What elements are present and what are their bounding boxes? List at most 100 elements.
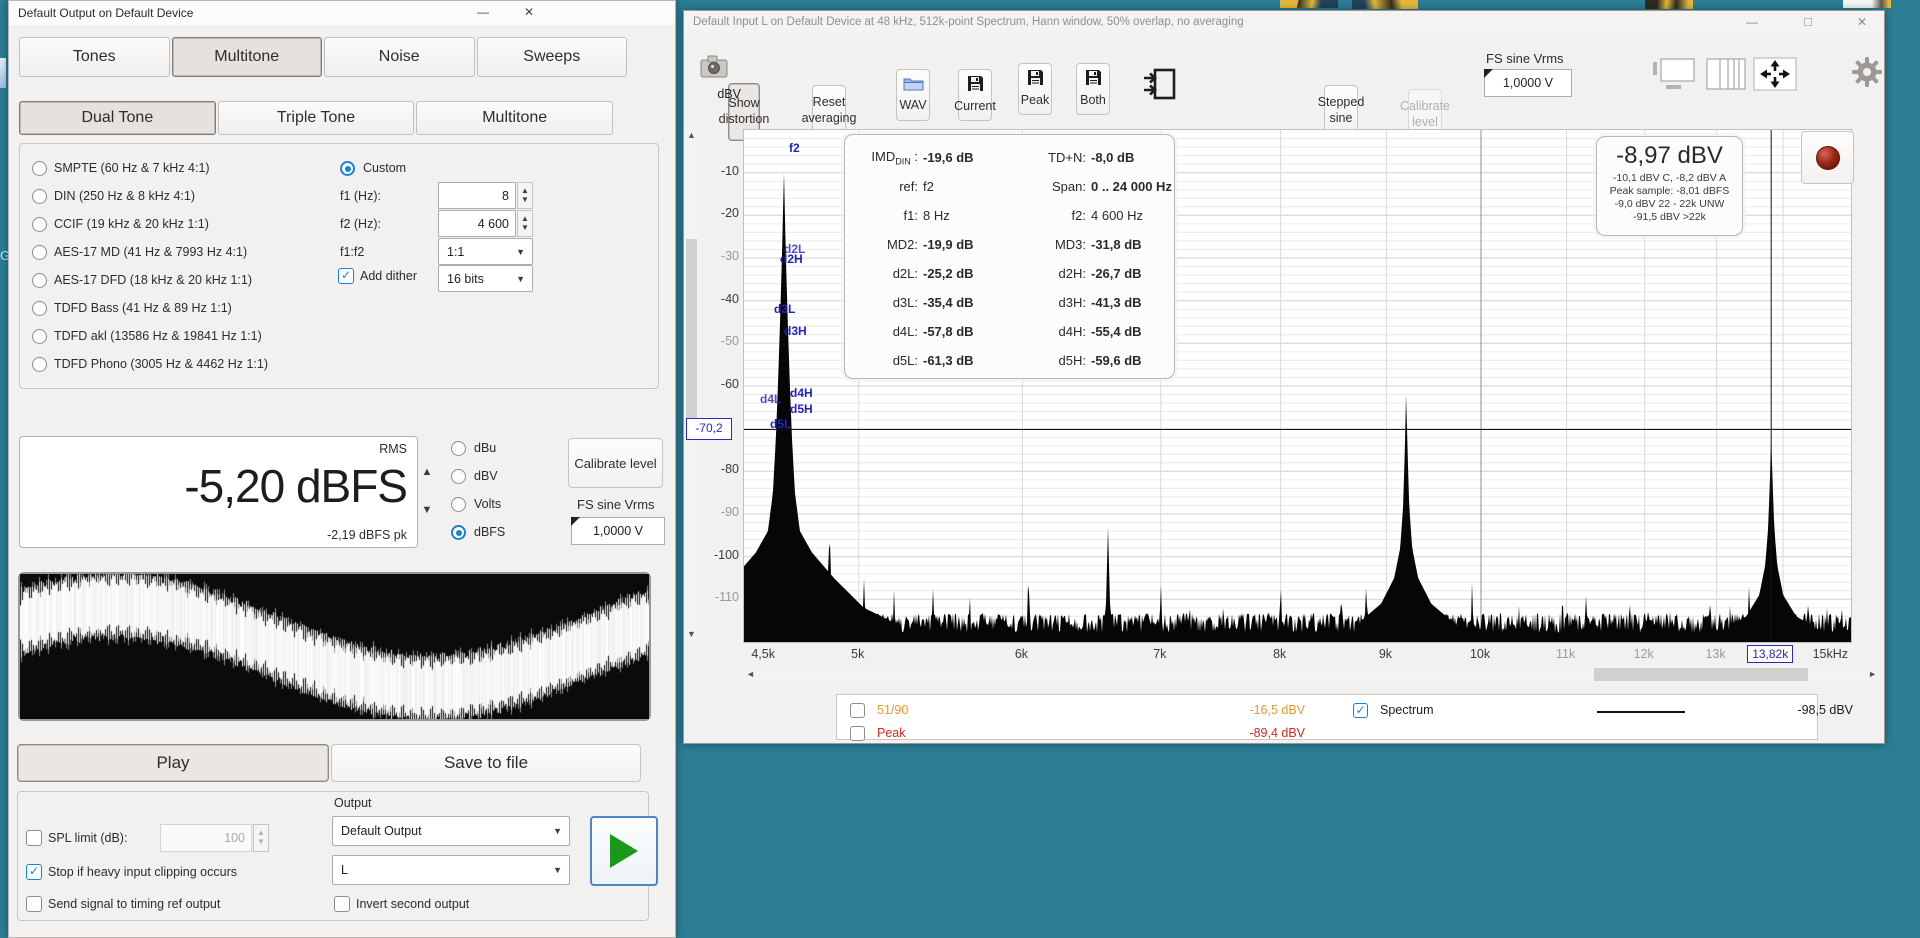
legend-label: Peak bbox=[877, 726, 906, 740]
desktop-icon-fragment bbox=[1280, 0, 1338, 8]
stop-clipping-checkbox[interactable]: ✓ bbox=[26, 864, 42, 880]
preset-label: TDFD akl (13586 Hz & 19841 Hz 1:1) bbox=[54, 329, 262, 343]
y-tick-label: -90 bbox=[720, 505, 739, 519]
harmonic-label-d5l: d5L bbox=[770, 417, 792, 431]
y-axis-unit-label: dBV bbox=[717, 87, 741, 101]
tab-multitone[interactable]: Multitone bbox=[171, 37, 322, 77]
marker-level-readout: -70,2 bbox=[686, 418, 732, 440]
columns-view-icon[interactable] bbox=[1704, 57, 1748, 91]
invert-output-label: Invert second output bbox=[356, 897, 470, 911]
minimize-button[interactable]: — bbox=[1736, 11, 1768, 33]
spl-limit-checkbox[interactable] bbox=[26, 830, 42, 846]
legend-checkbox-spectrum[interactable]: ✓ bbox=[1353, 703, 1368, 718]
legend-checkbox-51-90[interactable] bbox=[850, 703, 865, 718]
preset-radio-smpte-0[interactable] bbox=[32, 161, 47, 176]
pan-view-icon[interactable] bbox=[1752, 56, 1798, 92]
tab-sweeps[interactable]: Sweeps bbox=[476, 37, 627, 77]
ratio-dropdown[interactable]: 1:1 ▼ bbox=[438, 238, 533, 265]
wav-button[interactable]: WAV bbox=[896, 69, 930, 121]
tab-tones[interactable]: Tones bbox=[19, 37, 170, 77]
y-tick-label: -40 bbox=[720, 291, 739, 306]
scroll-right-arrow[interactable]: ► bbox=[1868, 670, 1877, 679]
scroll-left-arrow[interactable]: ◄ bbox=[746, 670, 755, 679]
metric-label: d3H: bbox=[1058, 295, 1086, 310]
unit-radio-dbu[interactable] bbox=[451, 441, 466, 456]
subtab-multitone[interactable]: Multitone bbox=[416, 101, 614, 135]
output-level-value: -5,20 dBFS bbox=[184, 460, 408, 512]
preset-radio-ccif-2[interactable] bbox=[32, 217, 47, 232]
f2-input[interactable] bbox=[438, 210, 516, 237]
unit-radio-dbfs[interactable] bbox=[451, 525, 466, 540]
save-to-file-button[interactable]: Save to file bbox=[331, 744, 641, 782]
play-tab-button[interactable]: Play bbox=[17, 744, 329, 782]
preset-radio-aes-17-4[interactable] bbox=[32, 273, 47, 288]
input-level-detail: -9,0 dBV 22 - 22k UNW bbox=[1614, 198, 1725, 210]
level-stepper[interactable]: ▲ ▼ bbox=[418, 453, 436, 529]
save-current-button[interactable]: Current bbox=[954, 69, 996, 121]
dither-bits-dropdown[interactable]: 16 bits ▼ bbox=[438, 265, 533, 292]
f1-stepper[interactable]: ▲ ▼ bbox=[517, 182, 533, 209]
camera-icon[interactable] bbox=[692, 49, 737, 83]
subtab-dual-tone[interactable]: Dual Tone bbox=[19, 101, 216, 135]
vertical-scroll-thumb[interactable] bbox=[686, 239, 697, 429]
preset-radio-tdfd-6[interactable] bbox=[32, 329, 47, 344]
save-both-button[interactable]: Both bbox=[1076, 63, 1110, 115]
preset-radio-aes-17-3[interactable] bbox=[32, 245, 47, 260]
start-playback-button[interactable] bbox=[590, 816, 658, 886]
metric-label: d5H: bbox=[1058, 353, 1086, 368]
disk-icon bbox=[1085, 69, 1102, 91]
output-device-dropdown[interactable]: Default Output ▼ bbox=[332, 816, 570, 846]
horizontal-scrollbar[interactable]: ◄ ► bbox=[743, 667, 1880, 682]
tab-noise[interactable]: Noise bbox=[324, 37, 475, 77]
unit-label: dBFS bbox=[474, 525, 506, 539]
preset-radio-tdfd-7[interactable] bbox=[32, 357, 47, 372]
route-to-input-icon[interactable] bbox=[1142, 59, 1178, 109]
harmonic-label-d4h: d4H bbox=[790, 386, 813, 400]
f2-stepper[interactable]: ▲ ▼ bbox=[517, 210, 533, 237]
monitor-view-icon[interactable] bbox=[1650, 55, 1698, 93]
metric-label: MD3: bbox=[1054, 237, 1086, 252]
save-peak-button[interactable]: Peak bbox=[1018, 63, 1052, 115]
close-button[interactable]: ✕ bbox=[1846, 11, 1878, 33]
preset-radio-tdfd-5[interactable] bbox=[32, 301, 47, 316]
metric-label: d3L: bbox=[892, 295, 918, 310]
harmonic-label-d4l: d4L bbox=[760, 392, 782, 406]
preset-radio-custom[interactable] bbox=[340, 161, 355, 176]
scroll-down-arrow[interactable]: ▼ bbox=[687, 630, 696, 639]
close-button[interactable]: ✕ bbox=[513, 1, 545, 23]
x-tick-label: 9k bbox=[1378, 647, 1393, 661]
fs-sine-vrms-field[interactable] bbox=[1484, 69, 1572, 97]
button-label: Both bbox=[1080, 93, 1106, 107]
y-tick-label: -50 bbox=[720, 334, 739, 349]
custom-label: Custom bbox=[363, 161, 407, 175]
invert-output-checkbox[interactable] bbox=[334, 896, 350, 912]
preset-radio-din-1[interactable] bbox=[32, 189, 47, 204]
spl-limit-stepper[interactable]: ▲ ▼ bbox=[253, 824, 269, 852]
record-button[interactable] bbox=[1801, 131, 1854, 184]
maximize-button[interactable]: □ bbox=[1792, 11, 1824, 33]
add-dither-checkbox[interactable]: ✓ bbox=[338, 268, 354, 284]
y-tick-label: -110 bbox=[714, 590, 739, 605]
fs-sine-vrms-field[interactable] bbox=[571, 517, 665, 545]
unit-radio-dbv[interactable] bbox=[451, 469, 466, 484]
unit-label: dBV bbox=[474, 469, 498, 483]
desktop-icon-fragment bbox=[1843, 0, 1891, 8]
unit-radio-volts[interactable] bbox=[451, 497, 466, 512]
spl-limit-input[interactable] bbox=[160, 824, 252, 852]
x-tick-label: 5k bbox=[851, 647, 865, 661]
vertical-scrollbar[interactable]: ▲ ▼ bbox=[685, 129, 698, 641]
timing-ref-checkbox[interactable] bbox=[26, 896, 42, 912]
unit-label: dBu bbox=[474, 441, 497, 455]
x-tick-label: 8k bbox=[1273, 647, 1287, 661]
subtab-triple-tone[interactable]: Triple Tone bbox=[217, 101, 415, 135]
horizontal-scroll-thumb[interactable] bbox=[1594, 668, 1808, 681]
gear-icon[interactable] bbox=[1850, 55, 1884, 89]
minimize-button[interactable]: — bbox=[467, 1, 499, 23]
f1-input[interactable] bbox=[438, 182, 516, 209]
legend-checkbox-peak[interactable] bbox=[850, 726, 865, 741]
output-channel-dropdown[interactable]: L ▼ bbox=[332, 855, 570, 885]
unit-label: Volts bbox=[474, 497, 502, 511]
calibrate-level-button[interactable]: Calibrate level bbox=[568, 438, 663, 488]
waveform-preview bbox=[18, 572, 651, 721]
scroll-up-arrow[interactable]: ▲ bbox=[687, 131, 696, 140]
